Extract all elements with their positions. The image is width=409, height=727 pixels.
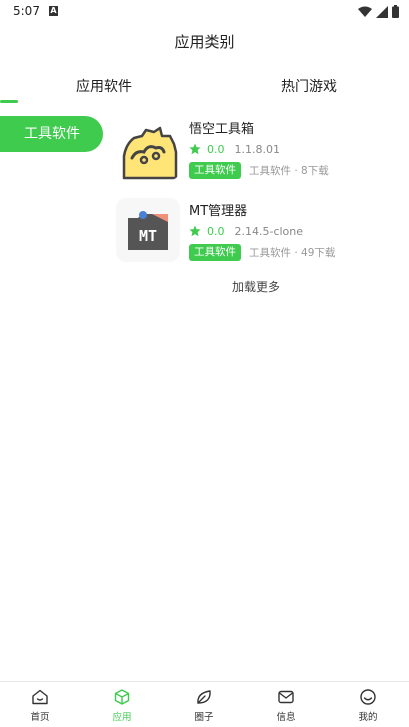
rating-row: 0.0 1.1.8.01: [189, 141, 280, 157]
wifi-icon: [358, 6, 372, 17]
status-bar: 5:07 A: [0, 0, 409, 24]
nav-label: 应用: [112, 712, 132, 723]
a-icon: A: [49, 6, 58, 16]
version-label: 1.1.8.01: [234, 142, 280, 156]
category-badge: 工具软件: [189, 162, 241, 179]
app-list-item[interactable]: MT MT管理器 0.0 2.14.5-clone 工具软件 工具软件 · 49…: [116, 196, 406, 278]
active-tab-indicator: [0, 100, 18, 103]
rating-value: 0.0: [207, 224, 225, 238]
star-icon: [189, 143, 201, 155]
app-name: 悟空工具箱: [189, 122, 255, 137]
mail-icon: [278, 690, 294, 704]
status-icons: [358, 5, 399, 18]
bottom-nav: 首页 应用 圈子 信息 我的: [0, 681, 409, 727]
tab-hot-games[interactable]: 热门游戏: [281, 70, 337, 106]
nav-messages[interactable]: 信息: [256, 688, 316, 723]
version-label: 2.14.5-clone: [234, 224, 304, 238]
top-tabs: 应用软件 热门游戏: [0, 70, 409, 106]
signal-icon: [376, 5, 388, 18]
title-bar: 应用类别: [0, 24, 409, 64]
star-icon: [189, 225, 201, 237]
nav-circle[interactable]: 圈子: [174, 688, 234, 723]
app-meta: 工具软件 · 8下载: [249, 165, 329, 177]
home-icon: [32, 689, 48, 705]
status-time: 5:07: [13, 4, 40, 18]
wukong-cloud-icon[interactable]: [116, 116, 180, 180]
page-title: 应用类别: [174, 33, 235, 51]
meta-row: 工具软件 工具软件 · 8下载: [189, 162, 329, 179]
app-list-item[interactable]: 悟空工具箱 0.0 1.1.8.01 工具软件 工具软件 · 8下载: [116, 114, 406, 196]
app-list: 悟空工具箱 0.0 1.1.8.01 工具软件 工具软件 · 8下载 MT MT…: [116, 114, 406, 278]
nav-label: 我的: [358, 712, 378, 723]
nav-label: 圈子: [194, 712, 214, 723]
smile-icon: [360, 689, 376, 705]
app-name: MT管理器: [189, 204, 248, 219]
app-meta: 工具软件 · 49下载: [249, 247, 336, 259]
nav-label: 信息: [276, 712, 296, 723]
load-more-button[interactable]: 加载更多: [116, 278, 396, 295]
battery-icon: [392, 5, 399, 18]
nav-apps[interactable]: 应用: [92, 688, 152, 723]
category-tools[interactable]: 工具软件: [0, 116, 103, 152]
nav-label: 首页: [30, 712, 50, 723]
rating-row: 0.0 2.14.5-clone: [189, 223, 303, 239]
rating-value: 0.0: [207, 142, 225, 156]
svg-text:MT: MT: [139, 227, 157, 245]
nav-home[interactable]: 首页: [10, 688, 70, 723]
meta-row: 工具软件 工具软件 · 49下载: [189, 244, 335, 261]
leaf-icon: [197, 690, 211, 704]
category-badge: 工具软件: [189, 244, 241, 261]
cube-icon: [114, 689, 130, 705]
mt-manager-icon[interactable]: MT: [116, 198, 180, 262]
tab-apps[interactable]: 应用软件: [76, 70, 132, 106]
nav-profile[interactable]: 我的: [338, 688, 398, 723]
